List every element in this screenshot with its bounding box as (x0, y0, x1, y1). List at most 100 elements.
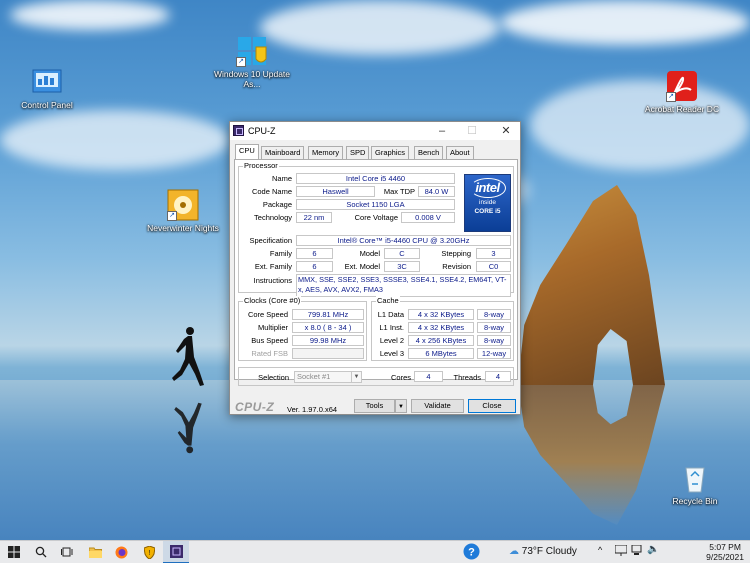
cache-row-size: 4 x 32 KBytes (408, 322, 474, 333)
name-value: Intel Core i5 4460 (296, 173, 455, 184)
desktop-icon-neverwinter[interactable]: ↗ Neverwinter Nights (143, 189, 223, 233)
intel-inside-text: inside (479, 199, 496, 206)
tab-graphics[interactable]: Graphics (371, 146, 410, 159)
task-view-button[interactable] (54, 541, 80, 563)
intel-core-i5-logo: intel inside CORE i5 (464, 174, 511, 232)
computer-icon (631, 544, 642, 555)
socket-select[interactable]: Socket #1 ▼ (294, 371, 362, 383)
cloud (260, 0, 500, 55)
tab-bench[interactable]: Bench (414, 146, 444, 159)
neverwinter-nights-icon: ↗ (167, 189, 199, 221)
cpuz-brand-logo: CPU-Z (235, 400, 275, 414)
folder-icon (88, 547, 102, 559)
threads-value: 4 (485, 371, 511, 382)
tab-cpu[interactable]: CPU (235, 144, 259, 159)
weather-widget[interactable]: ☁ 73°F Cloudy (509, 546, 577, 557)
busspeed-label: Bus Speed (251, 336, 288, 345)
control-panel-icon (31, 66, 63, 98)
minimize-button[interactable]: – (428, 122, 456, 140)
window-footer: CPU-Z Ver. 1.97.0.x64 Tools ▼ Validate C… (230, 398, 520, 415)
cache-row-label: L1 Inst. (379, 323, 404, 332)
desktop-icon-acrobat[interactable]: ↗ Acrobat Reader DC (642, 70, 722, 114)
svg-text:?: ? (468, 547, 475, 559)
rock-arch (517, 185, 665, 385)
technology-label: Technology (254, 213, 292, 222)
tools-dropdown-button[interactable]: ▼ (395, 399, 407, 413)
validate-button[interactable]: Validate (411, 399, 464, 413)
security-app-button[interactable]: ! (136, 541, 162, 563)
window-title: CPU-Z (248, 126, 276, 136)
title-bar[interactable]: CPU-Z – ☐ ✕ (230, 122, 520, 140)
clock-time: 5:07 PM (709, 542, 741, 552)
cpuz-window: CPU-Z – ☐ ✕ CPU Mainboard Memory SPD Gra… (229, 121, 521, 415)
cores-label: Cores (390, 373, 411, 382)
cache-row-size: 4 x 32 KBytes (408, 309, 474, 320)
cache-row-way: 8-way (477, 309, 511, 320)
desktop-icon-label: Recycle Bin (672, 496, 718, 506)
technology-value: 22 nm (296, 212, 332, 223)
system-clock[interactable]: 5:07 PM 9/25/2021 (706, 542, 744, 562)
cpu-tab-panel: Processor Name Intel Core i5 4460 Code N… (234, 159, 518, 386)
corespeed-label: Core Speed (247, 310, 288, 319)
family-value: 6 (296, 248, 333, 259)
chevron-down-icon: ▼ (351, 372, 361, 382)
clocks-group-title: Clocks (Core #0) (243, 296, 302, 305)
maxtdp-value: 84.0 W (418, 186, 455, 197)
shield-icon: ! (142, 545, 156, 560)
file-explorer-button[interactable] (82, 541, 108, 563)
revision-value: C0 (476, 261, 511, 272)
desktop-icon-control-panel[interactable]: Control Panel (7, 66, 87, 110)
stepping-value: 3 (476, 248, 511, 259)
search-button[interactable] (28, 541, 54, 563)
tab-spd[interactable]: SPD (346, 146, 370, 159)
display-icon (614, 544, 628, 556)
ethernet-icon[interactable] (631, 544, 642, 559)
cache-row-size: 4 x 256 KBytes (408, 335, 474, 346)
family-label: Family (269, 249, 292, 258)
corevoltage-value: 0.008 V (401, 212, 455, 223)
tools-button[interactable]: Tools (354, 399, 395, 413)
close-window-button[interactable]: ✕ (492, 122, 520, 140)
corespeed-value: 799.81 MHz (292, 309, 364, 320)
corevoltage-label: Core Voltage (354, 213, 398, 222)
cache-row-label: L1 Data (377, 310, 404, 319)
tab-about[interactable]: About (446, 146, 474, 159)
tab-mainboard[interactable]: Mainboard (261, 146, 305, 159)
task-view-icon (61, 547, 73, 557)
desktop-icon-recycle-bin[interactable]: Recycle Bin (655, 462, 735, 506)
instructions-value: MMX, SSE, SSE2, SSE3, SSSE3, SSE4.1, SSE… (296, 274, 511, 297)
cpuz-taskbar-button[interactable] (163, 541, 189, 563)
codename-label: Code Name (251, 187, 292, 196)
volume-icon[interactable]: 🔈 (647, 544, 659, 555)
multiplier-value: x 8.0 ( 8 - 34 ) (292, 322, 364, 333)
busspeed-value: 99.98 MHz (292, 335, 364, 346)
socket-select-value: Socket #1 (297, 372, 331, 381)
network-icon[interactable] (614, 544, 628, 559)
revision-label: Revision (442, 262, 471, 271)
clocks-group: Clocks (Core #0) Core Speed 799.81 MHz M… (238, 296, 367, 361)
windows-update-icon: ↗ (236, 35, 268, 67)
instructions-label: Instructions (253, 276, 292, 285)
selection-label: Selection (258, 373, 289, 382)
search-icon (35, 546, 47, 558)
cores-value: 4 (414, 371, 443, 382)
processor-group: Processor Name Intel Core i5 4460 Code N… (238, 161, 514, 297)
show-hidden-icons-button[interactable]: ^ (598, 545, 602, 555)
help-icon[interactable]: ? (463, 543, 480, 563)
shortcut-arrow-icon: ↗ (236, 57, 246, 67)
model-value: C (384, 248, 420, 259)
start-button[interactable] (0, 541, 28, 563)
help-bubble-icon: ? (463, 543, 480, 560)
cache-row-way: 12-way (477, 348, 511, 359)
name-label: Name (271, 174, 292, 183)
ratedfsb-value (292, 348, 364, 359)
stepping-label: Stepping (441, 249, 471, 258)
cache-row-way: 8-way (477, 322, 511, 333)
tab-memory[interactable]: Memory (308, 146, 344, 159)
cpuz-icon (169, 545, 183, 558)
close-button[interactable]: Close (468, 399, 516, 413)
firefox-icon (115, 546, 127, 559)
specification-value: Intel® Core™ i5-4460 CPU @ 3.20GHz (296, 235, 511, 246)
firefox-button[interactable] (108, 541, 134, 563)
desktop-icon-windows-update[interactable]: ↗ Windows 10 Update As... (212, 35, 292, 89)
